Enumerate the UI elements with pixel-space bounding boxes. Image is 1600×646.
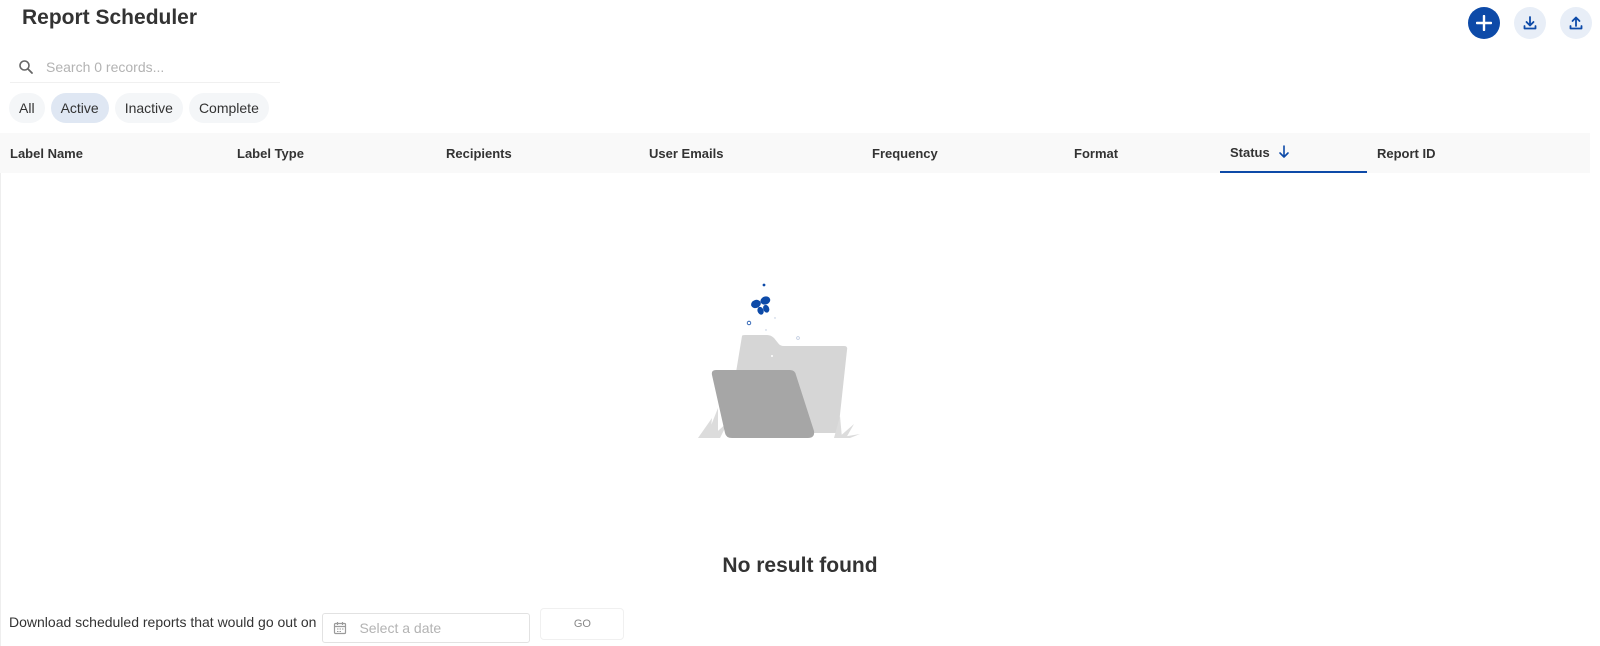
search-icon xyxy=(19,60,33,74)
column-header-label: Report ID xyxy=(1377,145,1436,161)
column-header-frequency[interactable]: Frequency xyxy=(862,133,1064,173)
empty-state-message: No result found xyxy=(722,554,878,577)
sort-descending-icon xyxy=(1278,145,1289,158)
add-report-button[interactable] xyxy=(1468,7,1500,39)
column-header-recipients[interactable]: Recipients xyxy=(436,133,639,173)
column-header-label: Status xyxy=(1230,144,1270,160)
filter-chip-inactive[interactable]: Inactive xyxy=(114,93,183,123)
column-header-status[interactable]: Status xyxy=(1220,133,1367,173)
page-title: Report Scheduler xyxy=(22,6,198,29)
toolbar xyxy=(1468,7,1592,39)
empty-folder-icon xyxy=(698,283,860,438)
search-input[interactable] xyxy=(44,58,268,76)
calendar-icon xyxy=(334,622,347,635)
column-header-label-type[interactable]: Label Type xyxy=(227,133,436,173)
column-header-report-id[interactable]: Report ID xyxy=(1367,133,1590,173)
scheduled-download-bar: Download scheduled reports that would go… xyxy=(9,607,625,643)
download-button[interactable] xyxy=(1514,7,1546,39)
filter-chip-all[interactable]: All xyxy=(9,93,45,123)
scheduled-download-label: Download scheduled reports that would go… xyxy=(9,614,317,630)
upload-icon xyxy=(1569,16,1583,30)
column-header-label: Recipients xyxy=(446,145,512,161)
download-icon xyxy=(1523,16,1537,30)
date-picker[interactable] xyxy=(322,613,531,643)
column-header-label: Frequency xyxy=(872,145,938,161)
go-button[interactable]: GO xyxy=(540,608,625,640)
search-bar xyxy=(10,52,280,83)
column-header-label-name[interactable]: Label Name xyxy=(0,133,227,173)
filter-chip-complete[interactable]: Complete xyxy=(188,93,269,123)
column-header-label: Format xyxy=(1074,145,1119,161)
column-header-label: User Emails xyxy=(649,145,724,161)
column-header-label: Label Name xyxy=(10,145,83,161)
column-header-format[interactable]: Format xyxy=(1064,133,1220,173)
column-header-user-emails[interactable]: User Emails xyxy=(639,133,862,173)
column-header-label: Label Type xyxy=(237,145,304,161)
status-filter-tabs: All Active Inactive Complete xyxy=(9,93,269,123)
plus-icon xyxy=(1476,15,1492,31)
table-header: Label Name Label Type Recipients User Em… xyxy=(0,133,1590,173)
filter-chip-active[interactable]: Active xyxy=(50,93,109,123)
upload-button[interactable] xyxy=(1560,7,1592,39)
date-input[interactable] xyxy=(357,619,522,637)
